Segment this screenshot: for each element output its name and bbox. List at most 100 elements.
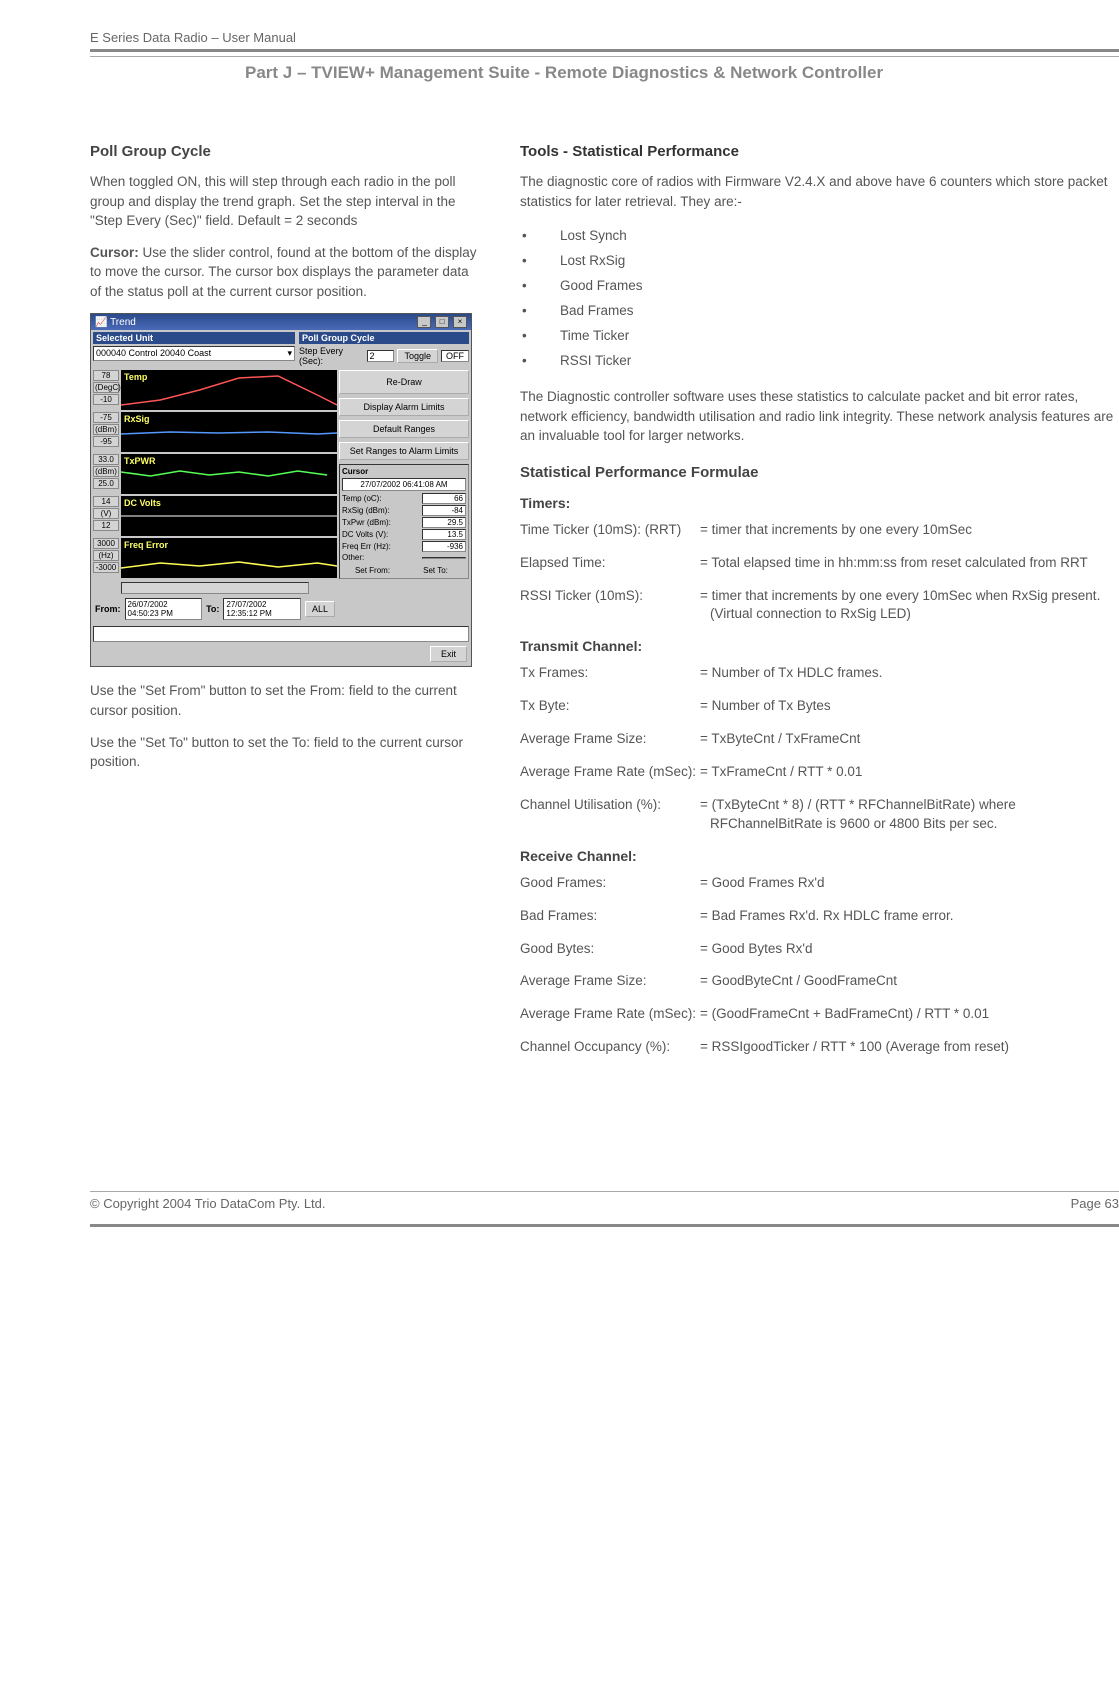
poll-group-panel: Poll Group Cycle Step Every (Sec): 2 Tog… bbox=[299, 332, 469, 366]
definition-desc: = timer that increments by one every 10m… bbox=[700, 521, 1119, 540]
cursor-date: 27/07/2002 06:41:08 AM bbox=[342, 478, 466, 491]
to-field[interactable]: 27/07/2002 12:35:12 PM bbox=[223, 598, 301, 620]
to-label: To: bbox=[206, 604, 219, 614]
trend-graph: 33.0 (dBm) 25.0 TxPWR bbox=[93, 454, 337, 494]
cursor-box: Cursor 27/07/2002 06:41:08 AM Temp (oC):… bbox=[339, 464, 469, 579]
trend-window-title: Trend bbox=[110, 317, 136, 328]
graph-top-value: 33.0 bbox=[93, 454, 119, 465]
footer-page-number: Page 63 bbox=[1071, 1196, 1119, 1211]
side-panel: Re-Draw Display Alarm Limits Default Ran… bbox=[339, 370, 469, 622]
graph-bot-value: 25.0 bbox=[93, 478, 119, 489]
definition-row: Average Frame Rate (mSec):= TxFrameCnt /… bbox=[520, 763, 1119, 782]
set-from-button[interactable]: Set From: bbox=[342, 566, 403, 575]
definition-desc: = Bad Frames Rx'd. Rx HDLC frame error. bbox=[700, 907, 1119, 926]
redraw-button[interactable]: Re-Draw bbox=[339, 370, 469, 394]
display-alarm-limits-button[interactable]: Display Alarm Limits bbox=[339, 398, 469, 416]
all-button[interactable]: ALL bbox=[305, 601, 335, 617]
close-icon[interactable]: × bbox=[453, 316, 467, 328]
trend-graph: 3000 (Hz) -3000 Freq Error bbox=[93, 538, 337, 578]
definition-desc: = TxFrameCnt / RTT * 0.01 bbox=[700, 763, 1119, 782]
counter-item: Lost Synch bbox=[520, 223, 1119, 248]
selected-unit-combo[interactable]: 000040 Control 20040 Coast ▾ bbox=[93, 346, 295, 361]
chevron-down-icon: ▾ bbox=[287, 348, 292, 359]
graphs-area: 78 (DegC) -10 Temp -75 (dBm) -95 RxSig 3… bbox=[93, 370, 337, 622]
counter-item: Time Ticker bbox=[520, 323, 1119, 348]
definition-term: Channel Utilisation (%): bbox=[520, 796, 700, 834]
definition-row: Time Ticker (10mS): (RRT)= timer that in… bbox=[520, 521, 1119, 540]
counters-list: Lost SynchLost RxSigGood FramesBad Frame… bbox=[520, 223, 1119, 373]
minimize-icon[interactable]: _ bbox=[417, 316, 431, 328]
section-header: Part J – TVIEW+ Management Suite - Remot… bbox=[245, 63, 1119, 83]
cursor-text: Use the slider control, found at the bot… bbox=[90, 245, 476, 299]
definition-row: Good Bytes:= Good Bytes Rx'd bbox=[520, 940, 1119, 959]
cursor-value-row: Other: bbox=[342, 553, 466, 562]
definition-term: Average Frame Size: bbox=[520, 972, 700, 991]
definition-row: Average Frame Rate (mSec):= (GoodFrameCn… bbox=[520, 1005, 1119, 1024]
step-every-label: Step Every (Sec): bbox=[299, 346, 364, 366]
cursor-row-value: 29.5 bbox=[422, 517, 466, 528]
toggle-button[interactable]: Toggle bbox=[397, 349, 438, 363]
graph-unit: (V) bbox=[93, 508, 119, 519]
graph-canvas: DC Volts bbox=[121, 496, 337, 536]
page-footer: © Copyright 2004 Trio DataCom Pty. Ltd. … bbox=[90, 1191, 1119, 1227]
graph-canvas: TxPWR bbox=[121, 454, 337, 494]
para-set-from: Use the "Set From" button to set the Fro… bbox=[90, 681, 480, 720]
exit-button[interactable]: Exit bbox=[430, 646, 467, 662]
header-product: E Series Data Radio – User Manual bbox=[90, 30, 1119, 45]
definition-term: Bad Frames: bbox=[520, 907, 700, 926]
selected-unit-label: Selected Unit bbox=[93, 332, 295, 344]
definition-desc: = (GoodFrameCnt + BadFrameCnt) / RTT * 0… bbox=[700, 1005, 1119, 1024]
para-poll-desc: When toggled ON, this will step through … bbox=[90, 172, 480, 231]
definition-row: Elapsed Time:= Total elapsed time in hh:… bbox=[520, 554, 1119, 573]
selected-unit-panel: Selected Unit 000040 Control 20040 Coast… bbox=[93, 332, 295, 366]
trend-titlebar: 📈 Trend _ □ × bbox=[91, 314, 471, 330]
definition-term: Average Frame Rate (mSec): bbox=[520, 1005, 700, 1024]
definition-row: Tx Frames:= Number of Tx HDLC frames. bbox=[520, 664, 1119, 683]
para-intro: The diagnostic core of radios with Firmw… bbox=[520, 172, 1119, 211]
graph-canvas: Freq Error bbox=[121, 538, 337, 578]
cursor-row-value: -936 bbox=[422, 541, 466, 552]
definition-row: Average Frame Size:= GoodByteCnt / GoodF… bbox=[520, 972, 1119, 991]
definition-term: Elapsed Time: bbox=[520, 554, 700, 573]
trend-window: 📈 Trend _ □ × Selected Unit 000040 Contr… bbox=[90, 313, 472, 667]
status-bar bbox=[93, 626, 469, 642]
cursor-value-row: Freq Err (Hz):-936 bbox=[342, 541, 466, 552]
trend-graph: -75 (dBm) -95 RxSig bbox=[93, 412, 337, 452]
default-ranges-button[interactable]: Default Ranges bbox=[339, 420, 469, 438]
cursor-value-row: RxSig (dBm):-84 bbox=[342, 505, 466, 516]
header-rule bbox=[90, 49, 1119, 57]
definition-desc: = TxByteCnt / TxFrameCnt bbox=[700, 730, 1119, 749]
step-every-input[interactable]: 2 bbox=[367, 350, 395, 362]
definition-row: Bad Frames:= Bad Frames Rx'd. Rx HDLC fr… bbox=[520, 907, 1119, 926]
from-field[interactable]: 26/07/2002 04:50:23 PM bbox=[125, 598, 203, 620]
definition-term: Average Frame Rate (mSec): bbox=[520, 763, 700, 782]
definition-term: Tx Frames: bbox=[520, 664, 700, 683]
cursor-row-label: TxPwr (dBm): bbox=[342, 518, 391, 527]
definition-row: Tx Byte:= Number of Tx Bytes bbox=[520, 697, 1119, 716]
set-to-button[interactable]: Set To: bbox=[405, 566, 466, 575]
counter-item: Bad Frames bbox=[520, 298, 1119, 323]
cursor-row-value: 66 bbox=[422, 493, 466, 504]
graph-top-value: 78 bbox=[93, 370, 119, 381]
definition-desc: = Good Bytes Rx'd bbox=[700, 940, 1119, 959]
para-cursor: Cursor: Use the slider control, found at… bbox=[90, 243, 480, 302]
left-column: Poll Group Cycle When toggled ON, this w… bbox=[90, 143, 480, 1071]
maximize-icon[interactable]: □ bbox=[435, 316, 449, 328]
graph-canvas: RxSig bbox=[121, 412, 337, 452]
from-label: From: bbox=[95, 604, 121, 614]
cursor-slider[interactable] bbox=[121, 582, 309, 594]
cursor-row-value: 13.5 bbox=[422, 529, 466, 540]
cursor-row-label: Other: bbox=[342, 553, 364, 562]
definition-desc: = Good Frames Rx'd bbox=[700, 874, 1119, 893]
set-ranges-button[interactable]: Set Ranges to Alarm Limits bbox=[339, 442, 469, 460]
definition-desc: = Number of Tx HDLC frames. bbox=[700, 664, 1119, 683]
definition-term: Good Bytes: bbox=[520, 940, 700, 959]
cursor-box-title: Cursor bbox=[342, 467, 466, 476]
graph-bot-value: -3000 bbox=[93, 562, 119, 573]
graph-unit: (DegC) bbox=[93, 382, 119, 393]
cursor-value-row: TxPwr (dBm): 29.5 bbox=[342, 517, 466, 528]
definition-desc: = Total elapsed time in hh:mm:ss from re… bbox=[700, 554, 1119, 573]
right-column: Tools - Statistical Performance The diag… bbox=[520, 143, 1119, 1071]
heading-formulae: Statistical Performance Formulae bbox=[520, 464, 1119, 481]
trend-graph: 14 (V) 12 DC Volts bbox=[93, 496, 337, 536]
